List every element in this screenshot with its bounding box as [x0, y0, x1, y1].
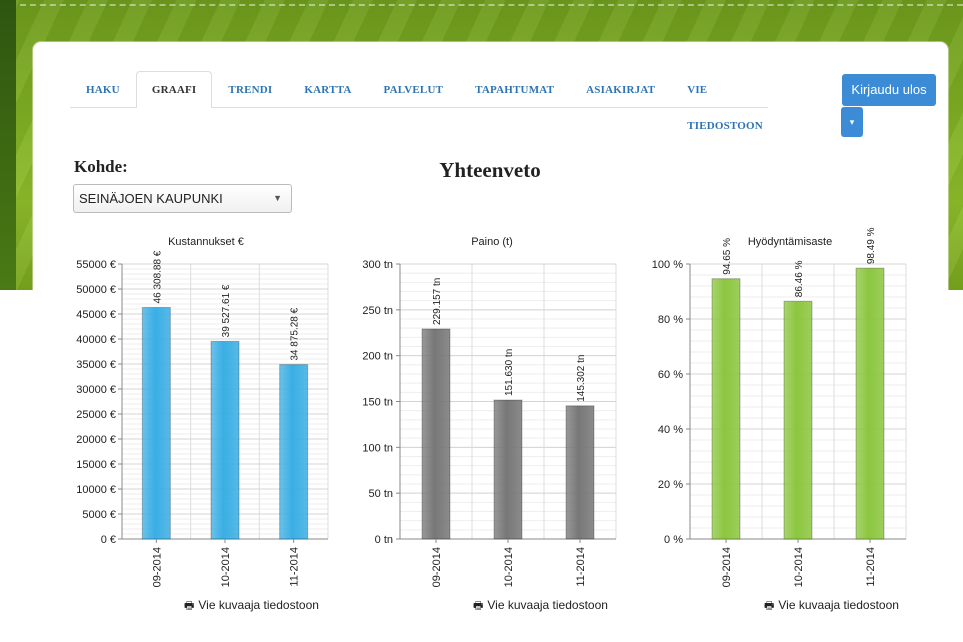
- data-label: 86.46 %: [794, 260, 805, 297]
- bar: [210, 340, 240, 540]
- x-tick-label: 11-2014: [575, 547, 587, 587]
- y-tick-label: 40 %: [658, 424, 683, 436]
- data-label: 34 875.28 €: [290, 307, 301, 360]
- bar: [783, 300, 813, 540]
- print-icon: 🖶: [184, 600, 195, 612]
- y-tick-label: 200 tn: [362, 351, 393, 363]
- export-chart-link-weight[interactable]: 🖶 Vie kuvaaja tiedostoon: [473, 597, 608, 616]
- y-tick-label: 30000 €: [76, 384, 116, 396]
- data-label: 39 527.61 €: [221, 284, 232, 337]
- bar: [565, 405, 595, 540]
- data-label: 151.630 tn: [504, 349, 515, 396]
- y-tick-label: 40000 €: [76, 334, 116, 346]
- y-tick-label: 250 tn: [362, 305, 393, 317]
- charts-area: Kustannukset € 0 € 5000 € 10000 € 15000 € 200…: [76, 227, 907, 587]
- y-tick-label: 80 %: [658, 314, 683, 326]
- data-label: 46 308.88 €: [152, 250, 163, 303]
- chart-title: Paino (t): [471, 236, 513, 248]
- bar: [493, 399, 523, 540]
- x-tick-label: 09-2014: [721, 547, 733, 587]
- y-tick-label: 20 %: [658, 479, 683, 491]
- bar: [141, 306, 171, 540]
- chart-1: Paino (t) 0 tn 50 tn 100 tn 150 tn 200 tn 250 …: [362, 236, 617, 587]
- print-icon: 🖶: [473, 600, 484, 612]
- y-tick-label: 300 tn: [362, 259, 393, 271]
- x-tick-label: 11-2014: [289, 547, 301, 587]
- y-tick-label: 150 tn: [362, 397, 393, 409]
- x-tick-label: 09-2014: [431, 547, 443, 587]
- x-tick-label: 09-2014: [151, 547, 163, 587]
- data-label: 145.302 tn: [576, 355, 587, 402]
- chart-2: Hyödyntämisaste 0 % 20 % 40 % 60 % 80 % 100 % 9…: [652, 227, 907, 587]
- y-tick-label: 0 tn: [375, 534, 393, 546]
- chart-title: Hyödyntämisaste: [748, 236, 832, 248]
- y-tick-label: 60 %: [658, 369, 683, 381]
- y-tick-label: 10000 €: [76, 484, 116, 496]
- y-tick-label: 25000 €: [76, 409, 116, 421]
- export-chart-link-utilization[interactable]: 🖶 Vie kuvaaja tiedostoon: [764, 597, 899, 616]
- bar: [279, 364, 309, 540]
- bar: [711, 278, 741, 540]
- x-tick-label: 10-2014: [220, 547, 232, 587]
- x-tick-label: 10-2014: [503, 547, 515, 587]
- export-chart-link-costs[interactable]: 🖶 Vie kuvaaja tiedostoon: [184, 597, 319, 616]
- y-tick-label: 20000 €: [76, 434, 116, 446]
- data-label: 98.49 %: [866, 227, 877, 264]
- y-tick-label: 0 €: [101, 534, 116, 546]
- x-tick-label: 11-2014: [865, 547, 877, 587]
- y-tick-label: 0 %: [664, 534, 683, 546]
- bar: [855, 267, 885, 540]
- x-tick-label: 10-2014: [793, 547, 805, 587]
- data-label: 94.65 %: [722, 238, 733, 275]
- y-tick-label: 45000 €: [76, 309, 116, 321]
- bar: [421, 328, 451, 540]
- data-label: 229.157 tn: [432, 278, 443, 325]
- y-tick-label: 50000 €: [76, 284, 116, 296]
- y-tick-label: 15000 €: [76, 459, 116, 471]
- y-tick-label: 50 tn: [369, 488, 393, 500]
- y-tick-label: 55000 €: [76, 259, 116, 271]
- y-tick-label: 5000 €: [82, 509, 116, 521]
- chart-title: Kustannukset €: [168, 236, 244, 248]
- chart-0: Kustannukset € 0 € 5000 € 10000 € 15000 € 200…: [76, 236, 329, 587]
- y-tick-label: 100 tn: [362, 442, 393, 454]
- y-tick-label: 100 %: [652, 259, 683, 271]
- print-icon: 🖶: [764, 600, 775, 612]
- y-tick-label: 35000 €: [76, 359, 116, 371]
